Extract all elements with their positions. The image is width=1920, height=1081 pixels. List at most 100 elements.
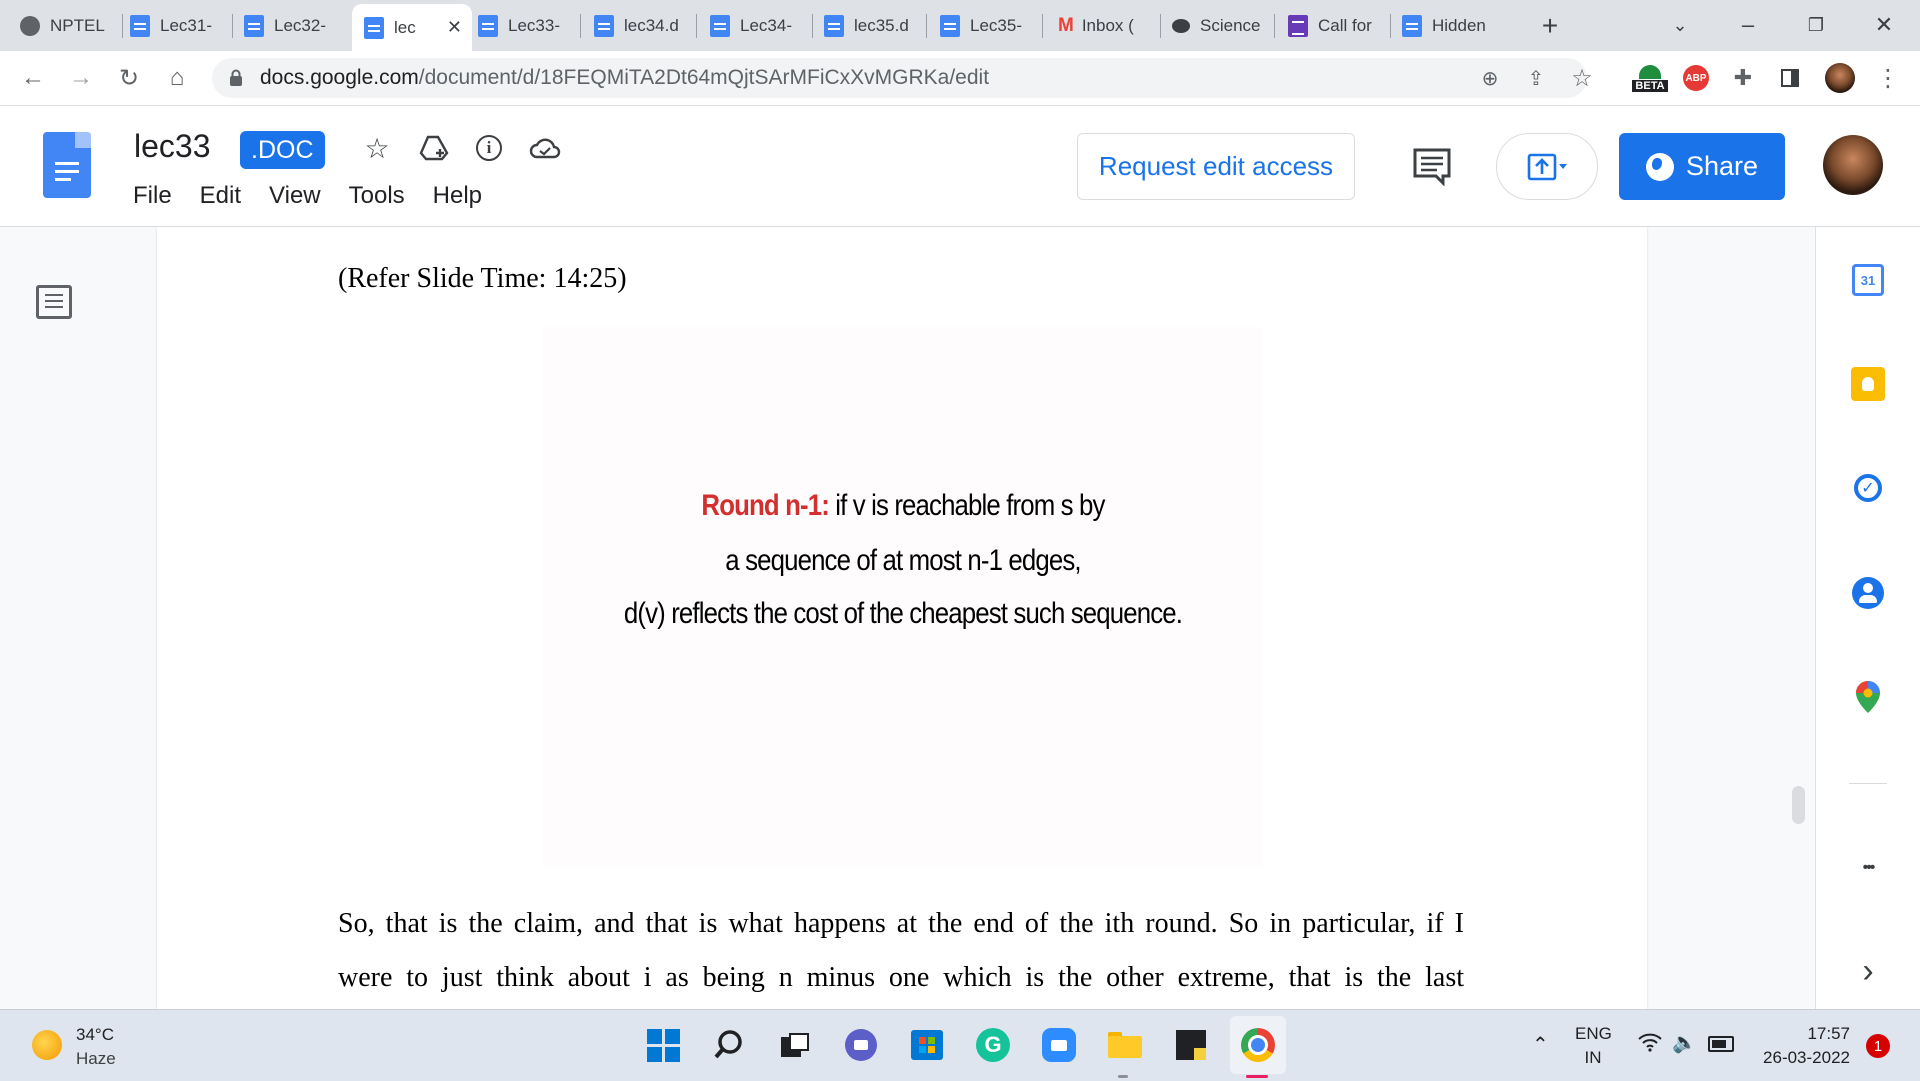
browser-tab[interactable]: Lec35-: [940, 6, 1036, 46]
zoom-icon[interactable]: ⊕: [1475, 63, 1505, 93]
slide-image: Round n-1: if v is reachable from s by a…: [543, 327, 1263, 867]
task-view-icon[interactable]: [776, 1026, 814, 1064]
close-tab-icon[interactable]: ✕: [447, 17, 462, 38]
start-button[interactable]: [644, 1026, 682, 1064]
language-top[interactable]: ENG: [1575, 1024, 1612, 1044]
browser-tab[interactable]: Lec34-: [710, 6, 806, 46]
beta-extension-icon[interactable]: BETA: [1630, 58, 1670, 98]
chrome-icon[interactable]: [1239, 1026, 1277, 1064]
search-icon[interactable]: [710, 1026, 748, 1064]
notification-badge[interactable]: 1: [1866, 1034, 1890, 1058]
browser-tab[interactable]: Lec32-: [244, 6, 340, 46]
windows-taskbar: 34°C Haze G ⌃ ENG IN 🔈 17:57 26-03-2022 …: [0, 1009, 1920, 1081]
chat-app-icon[interactable]: [842, 1026, 880, 1064]
menu-view[interactable]: View: [269, 182, 321, 210]
minimize-button[interactable]: –: [1728, 10, 1768, 40]
menu-bar: File Edit View Tools Help: [133, 182, 510, 210]
calendar-icon[interactable]: 31: [1850, 262, 1886, 298]
request-edit-access-button[interactable]: Request edit access: [1077, 133, 1355, 200]
comments-icon[interactable]: [1412, 146, 1452, 187]
contacts-icon[interactable]: [1850, 575, 1886, 611]
move-to-drive-icon[interactable]: [416, 130, 452, 166]
clock-time[interactable]: 17:57: [1754, 1024, 1850, 1044]
docs-icon: [478, 15, 498, 37]
volume-icon[interactable]: 🔈: [1672, 1030, 1697, 1055]
browser-tab[interactable]: Hidden: [1402, 6, 1512, 46]
browser-menu-icon[interactable]: ⋮: [1873, 63, 1903, 93]
clock-date[interactable]: 26-03-2022: [1752, 1048, 1850, 1068]
adblock-extension-icon[interactable]: ABP: [1681, 63, 1711, 93]
browser-tab[interactable]: Science: [1172, 6, 1268, 46]
weather-description[interactable]: Haze: [76, 1049, 116, 1069]
browser-tab[interactable]: M Inbox (: [1058, 6, 1154, 46]
browser-tab[interactable]: Lec33-: [478, 6, 574, 46]
document-details-icon[interactable]: i: [471, 130, 507, 166]
share-page-icon[interactable]: ⇪: [1521, 63, 1551, 93]
tab-separator: [812, 14, 813, 38]
bookmark-star-icon[interactable]: ☆: [1567, 63, 1597, 93]
menu-edit[interactable]: Edit: [200, 182, 241, 210]
tab-title: lec35.d: [854, 16, 909, 35]
extensions-puzzle-icon[interactable]: ✚: [1728, 63, 1758, 93]
restore-button[interactable]: ❐: [1796, 10, 1836, 40]
keep-icon[interactable]: [1850, 366, 1886, 402]
browser-tab[interactable]: NPTEL: [20, 6, 116, 46]
menu-help[interactable]: Help: [433, 182, 482, 210]
store-icon[interactable]: [908, 1026, 946, 1064]
maps-icon[interactable]: [1850, 679, 1886, 715]
tab-separator: [580, 14, 581, 38]
cloud-status-icon[interactable]: [527, 130, 563, 166]
browser-tab[interactable]: lec35.d: [824, 6, 920, 46]
docs-header: lec33 .DOC ☆ i File Edit View Tools Help…: [0, 106, 1920, 227]
zoom-app-icon[interactable]: [1040, 1026, 1078, 1064]
menu-file[interactable]: File: [133, 182, 172, 210]
home-button[interactable]: ⌂: [162, 63, 192, 93]
back-button[interactable]: ←: [18, 63, 48, 93]
document-outline-icon[interactable]: [36, 285, 72, 319]
docs-logo-icon[interactable]: [43, 132, 91, 198]
expand-panel-icon[interactable]: ›: [1850, 952, 1886, 990]
weather-icon[interactable]: [28, 1026, 66, 1064]
close-window-button[interactable]: ✕: [1864, 10, 1904, 40]
tab-active[interactable]: lec ✕: [352, 4, 472, 51]
reload-button[interactable]: ↻: [114, 63, 144, 93]
address-bar[interactable]: docs.google.com/document/d/18FEQMiTA2Dt6…: [212, 58, 1593, 98]
battery-icon[interactable]: [1708, 1036, 1734, 1052]
tasks-icon[interactable]: ✓: [1850, 470, 1886, 506]
wifi-icon[interactable]: [1638, 1032, 1662, 1057]
new-tab-button[interactable]: +: [1530, 6, 1570, 46]
sticky-notes-icon[interactable]: [1172, 1026, 1210, 1064]
vertical-scrollbar[interactable]: [1792, 786, 1805, 824]
chat-icon: [1172, 19, 1190, 33]
globe-icon: [1645, 152, 1674, 181]
more-apps-icon[interactable]: •••: [1850, 850, 1886, 886]
docs-icon: [364, 16, 384, 39]
tab-title: NPTEL: [50, 16, 105, 35]
star-icon[interactable]: ☆: [359, 130, 395, 166]
tab-separator: [122, 14, 123, 38]
tab-search-icon[interactable]: ⌄: [1660, 10, 1700, 40]
docs-icon: [1402, 15, 1422, 37]
abp-label: ABP: [1683, 65, 1709, 91]
forward-button[interactable]: →: [66, 63, 96, 93]
browser-tab[interactable]: Call for: [1288, 6, 1384, 46]
side-panel-toggle-icon[interactable]: [1775, 63, 1805, 93]
file-explorer-icon[interactable]: [1106, 1026, 1144, 1064]
explorer-running-indicator: [1118, 1075, 1128, 1078]
grammarly-icon[interactable]: G: [974, 1026, 1012, 1064]
document-title[interactable]: lec33: [134, 128, 211, 165]
browser-tab[interactable]: lec34.d: [594, 6, 690, 46]
menu-tools[interactable]: Tools: [349, 182, 405, 210]
share-label: Share: [1685, 151, 1759, 181]
refer-slide-time: (Refer Slide Time: 14:25): [338, 263, 627, 294]
hidden-icons-chevron[interactable]: ⌃: [1532, 1032, 1549, 1057]
profile-avatar[interactable]: [1825, 63, 1855, 93]
share-button[interactable]: Share: [1619, 133, 1785, 200]
docs-icon: [710, 15, 730, 37]
browser-tab[interactable]: Lec31-: [130, 6, 226, 46]
account-avatar[interactable]: [1823, 135, 1883, 195]
url-host: docs.google.com: [260, 66, 419, 89]
weather-temperature[interactable]: 34°C: [76, 1025, 114, 1045]
present-button[interactable]: [1496, 133, 1598, 200]
language-bottom[interactable]: IN: [1575, 1048, 1611, 1068]
